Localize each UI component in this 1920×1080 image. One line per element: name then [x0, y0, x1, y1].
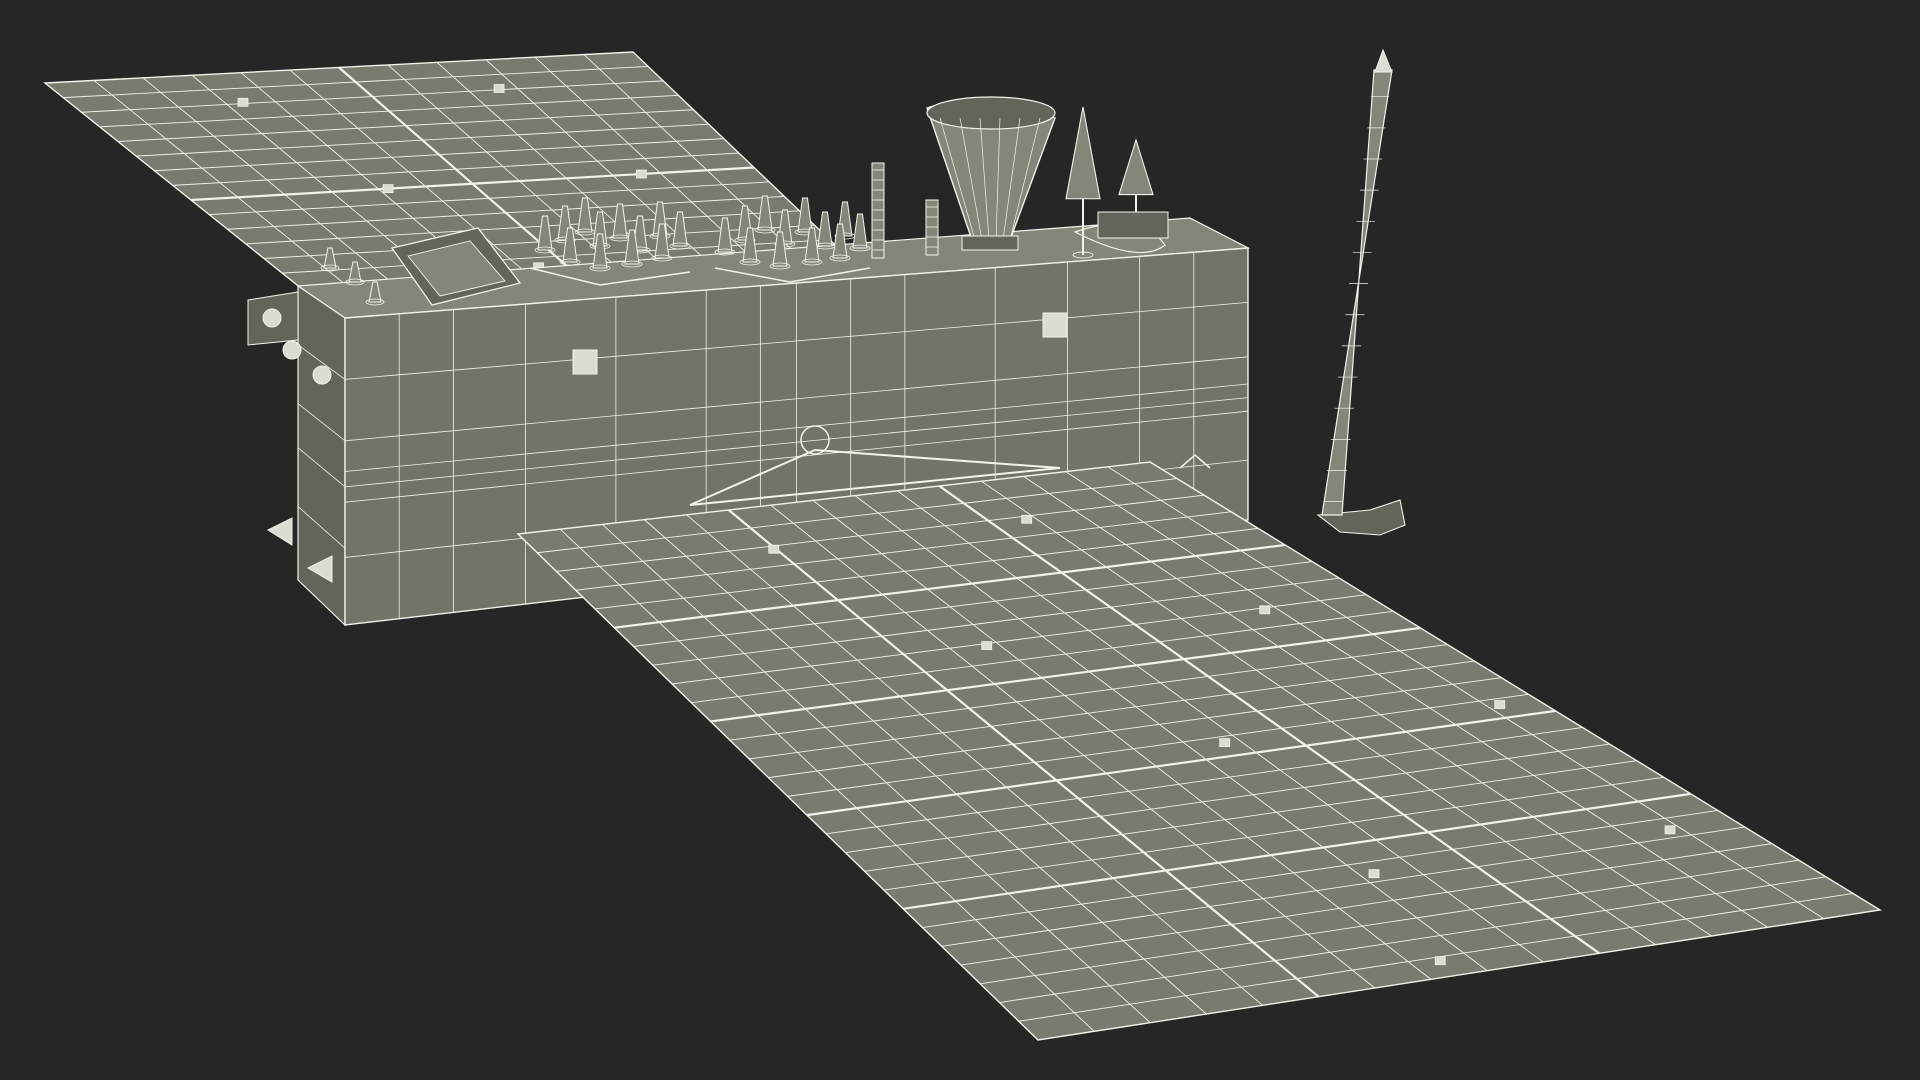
panel-sensor [1219, 738, 1231, 747]
satellite-wireframe-viewport [43, 48, 1882, 1041]
feed-horn [817, 211, 833, 247]
waveguide-stack [871, 162, 885, 259]
feed-horn [852, 213, 868, 249]
panel-sensor [768, 544, 780, 554]
panel-sensor [382, 184, 394, 194]
panel-sensor [636, 169, 647, 179]
panel-sensor [493, 84, 505, 93]
front-panel-surface [516, 461, 1882, 1041]
panel-sensor [1021, 514, 1033, 524]
panel-sensor [1259, 605, 1271, 615]
side-nozzle [262, 308, 282, 328]
mast-tip [1374, 48, 1393, 73]
small-tower [1065, 106, 1101, 200]
mast-boom [1321, 69, 1393, 516]
panel-sensor [237, 97, 249, 107]
equipment-box [1097, 211, 1169, 239]
body-fixture [572, 349, 598, 375]
panel-sensor [1664, 825, 1676, 835]
small-tower [1118, 138, 1154, 196]
side-nozzle [282, 340, 302, 360]
panel-sensor [1368, 869, 1380, 879]
body-fixture [1042, 312, 1068, 338]
panel-sensor [981, 641, 993, 650]
bottom-thruster [266, 517, 293, 546]
panel-sensor [1494, 700, 1506, 709]
panel-sensor [1434, 956, 1446, 966]
side-nozzle [312, 365, 332, 385]
mast-antenna [1316, 48, 1406, 536]
front-solar-panel [516, 461, 1882, 1041]
feed-horn [797, 197, 813, 233]
